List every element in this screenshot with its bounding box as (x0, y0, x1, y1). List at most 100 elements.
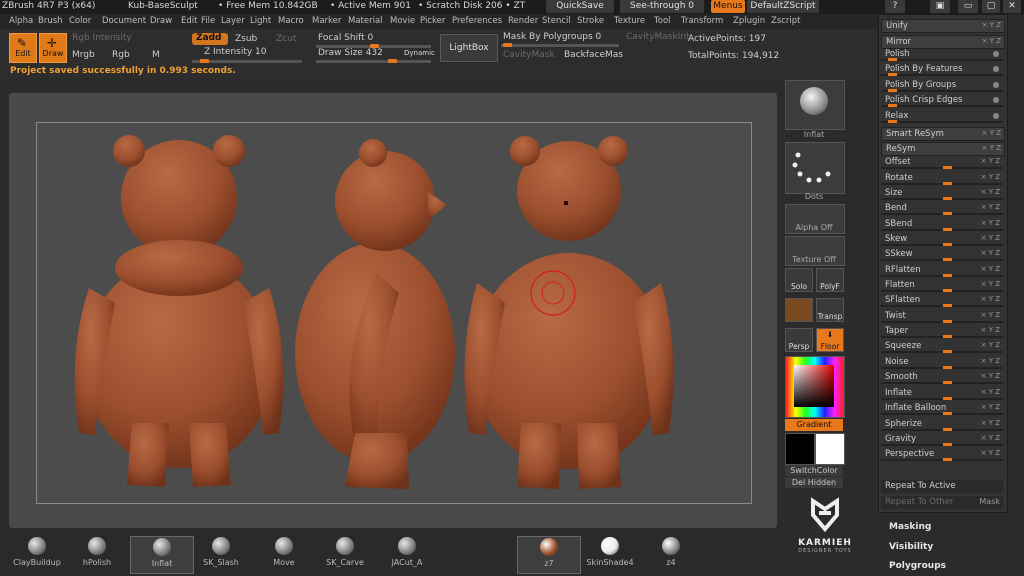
bend-knob[interactable] (943, 212, 952, 215)
menu-stencil[interactable]: Stencil (542, 16, 571, 26)
sflatten-knob[interactable] (943, 304, 952, 307)
twist-knob[interactable] (943, 320, 952, 323)
main-color-swatch[interactable] (785, 433, 815, 465)
lock-icon[interactable]: ▣ (930, 0, 950, 13)
spherize-knob[interactable] (943, 428, 952, 431)
smart-resym-button[interactable]: Smart ReSym × Y Z (881, 127, 1005, 141)
z-intensity-knob[interactable] (200, 59, 209, 63)
axis-toggle-icon[interactable]: × Y Z (981, 219, 1000, 227)
menu-brush[interactable]: Brush (38, 16, 63, 26)
cavity-mask-int-slider[interactable]: CavityMaskInt (626, 32, 690, 42)
polish-mode-icon[interactable] (993, 51, 999, 57)
slider-sbend[interactable]: SBend × Y Z (881, 218, 1003, 231)
menu-tool[interactable]: Tool (654, 16, 671, 26)
axis-toggle-icon[interactable]: × Y Z (981, 403, 1000, 411)
axis-toggle-icon[interactable]: × Y Z (981, 434, 1000, 442)
restore-icon[interactable]: ▢ (982, 0, 1000, 13)
menu-document[interactable]: Document (102, 16, 146, 26)
slider-noise[interactable]: Noise × Y Z (881, 356, 1003, 369)
axis-toggle-icon[interactable]: × Y Z (982, 144, 1001, 152)
floor-button[interactable]: ⬇ Floor (816, 328, 844, 352)
mask-polygroups-knob[interactable] (503, 43, 512, 47)
inflate-balloon-knob[interactable] (943, 412, 952, 415)
lightbox-button[interactable]: LightBox (440, 34, 498, 62)
help-icon[interactable]: ? (885, 0, 905, 13)
menu-preferences[interactable]: Preferences (452, 16, 502, 26)
material-z4[interactable]: z4 (640, 536, 702, 572)
stroke-preview[interactable] (785, 142, 845, 194)
slider-offset[interactable]: Offset × Y Z (881, 156, 1003, 169)
slider-gravity[interactable]: Gravity × Y Z (881, 433, 1003, 446)
menu-alpha[interactable]: Alpha (9, 16, 33, 26)
menu-movie[interactable]: Movie (390, 16, 415, 26)
brush-claybuildup[interactable]: ClayBuildup (6, 536, 68, 572)
menu-macro[interactable]: Macro (278, 16, 304, 26)
offset-knob[interactable] (943, 166, 952, 169)
document-frame[interactable] (36, 122, 752, 504)
axis-toggle-icon[interactable]: × Y Z (981, 188, 1000, 196)
slider-size[interactable]: Size × Y Z (881, 187, 1003, 200)
z-intensity-slider[interactable]: Z Intensity 10 (204, 47, 267, 57)
axis-toggle-icon[interactable]: × Y Z (981, 203, 1000, 211)
taper-knob[interactable] (943, 335, 952, 338)
material-skinshade4[interactable]: SkinShade4 (579, 536, 641, 572)
rgb-intensity-slider[interactable]: Rgb Intensity (72, 33, 132, 43)
menu-zplugin[interactable]: Zplugin (733, 16, 765, 26)
draw-button[interactable]: ✛ Draw (39, 33, 67, 63)
brush-preview[interactable] (785, 80, 845, 130)
m-button[interactable]: M (152, 50, 160, 60)
mrgb-button[interactable]: Mrgb (72, 50, 95, 60)
edit-button[interactable]: ✎ Edit (9, 33, 37, 63)
slider-polish[interactable]: Polish (881, 48, 1003, 61)
gradient-button[interactable]: Gradient (785, 419, 843, 431)
menu-stroke[interactable]: Stroke (577, 16, 604, 26)
brush-sk-carve[interactable]: SK_Carve (314, 536, 376, 572)
zadd-button[interactable]: Zadd (192, 33, 228, 45)
brush-jacut-a[interactable]: JACut_A (376, 536, 438, 572)
slider-rflatten[interactable]: RFlatten × Y Z (881, 264, 1003, 277)
menu-transform[interactable]: Transform (681, 16, 723, 26)
axis-toggle-icon[interactable]: × Y Z (981, 341, 1000, 349)
menu-light[interactable]: Light (250, 16, 271, 26)
axis-toggle-icon[interactable]: × Y Z (981, 157, 1000, 165)
polish-by-groups-knob[interactable] (888, 89, 897, 92)
axis-toggle-icon[interactable]: × Y Z (981, 295, 1000, 303)
repeat-to-active-button[interactable]: Repeat To Active (881, 480, 1003, 493)
axis-toggle-icon[interactable]: × Y Z (982, 37, 1001, 45)
zsub-button[interactable]: Zsub (235, 34, 257, 44)
polish-knob[interactable] (888, 58, 897, 61)
switch-color-button[interactable]: SwitchColor (785, 465, 843, 476)
squeeze-knob[interactable] (943, 350, 952, 353)
menus-button[interactable]: Menus (711, 0, 745, 13)
brush-sk-slash[interactable]: SK_Slash (190, 536, 252, 572)
default-zscript-button[interactable]: DefaultZScript (747, 0, 819, 13)
slider-polish-by-features[interactable]: Polish By Features (881, 63, 1003, 76)
menu-zscript[interactable]: Zscript (771, 16, 801, 26)
color-picker[interactable] (785, 356, 845, 418)
menu-picker[interactable]: Picker (420, 16, 445, 26)
slider-rotate[interactable]: Rotate × Y Z (881, 172, 1003, 185)
cavity-mask-button[interactable]: CavityMask (503, 50, 555, 60)
persp-button[interactable]: Persp (785, 328, 813, 352)
rgb-button[interactable]: Rgb (112, 50, 130, 60)
color-picker-square[interactable] (794, 365, 834, 407)
transp-toggle[interactable] (785, 298, 813, 322)
inflate-knob[interactable] (943, 397, 952, 400)
slider-sflatten[interactable]: SFlatten × Y Z (881, 294, 1003, 307)
backface-mask-button[interactable]: BackfaceMas (564, 50, 623, 60)
quicksave-button[interactable]: QuickSave (546, 0, 614, 13)
axis-toggle-icon[interactable]: × Y Z (982, 129, 1001, 137)
focal-shift-slider[interactable]: Focal Shift 0 (318, 33, 373, 43)
slider-polish-crisp-edges[interactable]: Polish Crisp Edges (881, 94, 1003, 107)
unify-button[interactable]: Unify × Y Z (881, 19, 1005, 33)
axis-toggle-icon[interactable]: × Y Z (981, 357, 1000, 365)
menu-layer[interactable]: Layer (221, 16, 245, 26)
resym-button[interactable]: ReSym × Y Z (881, 142, 1005, 156)
dynamic-button[interactable]: Dynamic (404, 49, 435, 57)
menu-marker[interactable]: Marker (312, 16, 341, 26)
menu-draw[interactable]: Draw (150, 16, 172, 26)
draw-size-knob[interactable] (388, 59, 397, 63)
subpalette-polygroups[interactable]: Polygroups (889, 561, 946, 571)
polyf-button[interactable]: PolyF (816, 268, 844, 292)
close-icon[interactable]: ✕ (1003, 0, 1021, 13)
